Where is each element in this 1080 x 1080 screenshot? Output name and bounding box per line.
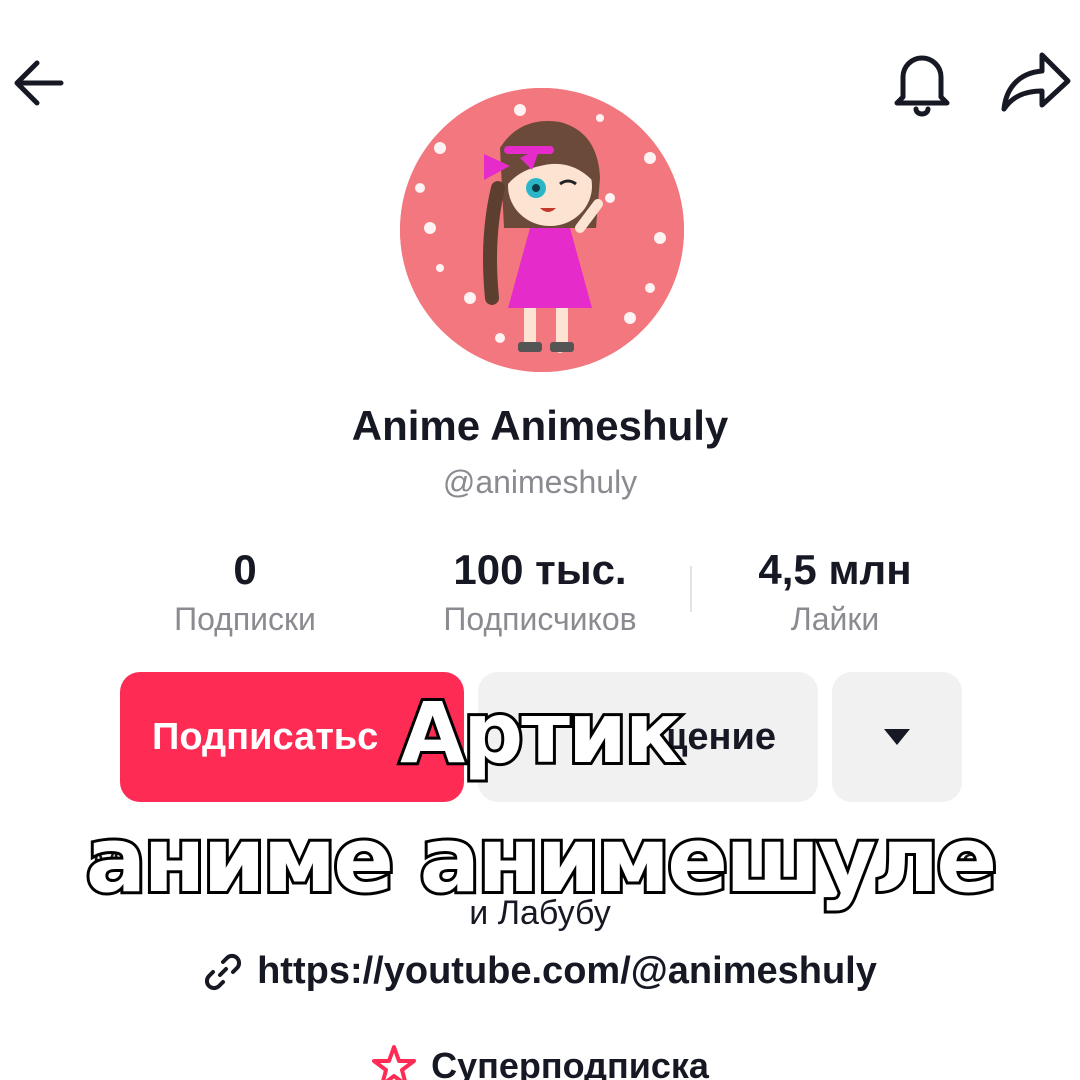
- stat-divider: [690, 566, 692, 612]
- link-icon: [205, 953, 242, 990]
- avatar[interactable]: [400, 88, 684, 372]
- bell-icon[interactable]: [884, 44, 960, 120]
- stat-followers[interactable]: 100 тыс. Подписчиков: [400, 544, 680, 642]
- stat-following[interactable]: 0 Подписки: [140, 544, 350, 642]
- stat-likes-label: Лайки: [790, 601, 880, 637]
- display-name: Anime Animeshuly: [351, 402, 729, 449]
- profile-screen: Anime Animeshuly @animeshuly 0 Подписки …: [0, 0, 1080, 1080]
- stat-following-value: 0: [233, 546, 257, 593]
- back-arrow-icon[interactable]: [4, 48, 74, 118]
- username-handle: @animeshuly: [442, 464, 638, 500]
- stat-followers-label: Подписчиков: [443, 601, 637, 637]
- stat-following-label: Подписки: [174, 601, 316, 637]
- video-caption-line2: аниме анимешуле: [83, 805, 1001, 916]
- profile-link-text: https://youtube.com/@animeshuly: [257, 950, 877, 992]
- star-icon: [372, 1045, 417, 1080]
- super-subscription-label: Суперподписка: [431, 1045, 709, 1080]
- super-subscription[interactable]: Суперподписка: [0, 1044, 1080, 1080]
- share-icon[interactable]: [996, 44, 1076, 120]
- stat-likes-value: 4,5 млн: [758, 546, 912, 593]
- stat-followers-value: 100 тыс.: [453, 546, 627, 593]
- profile-link[interactable]: https://youtube.com/@animeshuly: [0, 950, 1080, 993]
- stat-likes[interactable]: 4,5 млн Лайки: [720, 544, 950, 642]
- video-caption-line1: Артик: [397, 681, 685, 785]
